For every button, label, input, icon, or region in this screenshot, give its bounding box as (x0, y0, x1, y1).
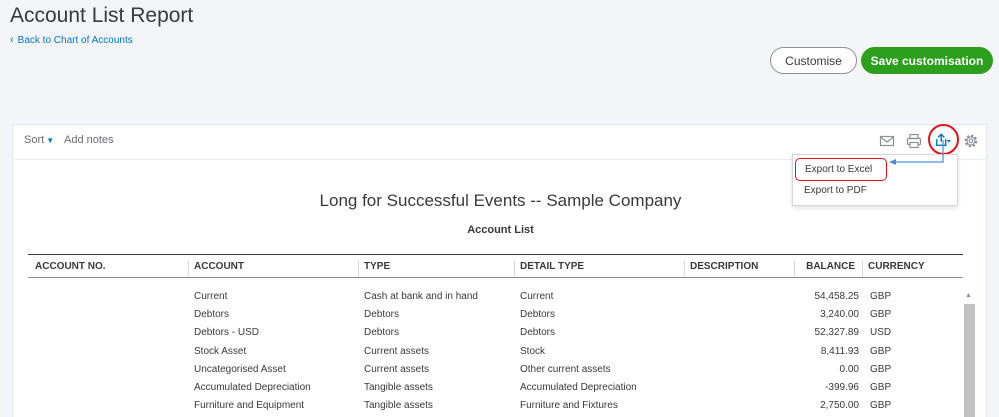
scroll-up-arrow-icon[interactable]: ▲ (965, 292, 972, 299)
print-icon[interactable] (906, 133, 922, 149)
column-header-balance[interactable]: BALANCE (794, 261, 860, 277)
scrollbar-thumb[interactable] (964, 304, 975, 417)
export-icon[interactable] (935, 132, 951, 148)
account-cell: Current (194, 291, 228, 302)
currency-cell: GBP (870, 363, 892, 375)
table-header-bottom-rule (28, 277, 963, 278)
balance-cell: -399.96 (825, 382, 859, 393)
account-cell: Debtors (194, 309, 230, 321)
type-cell: Current assets (364, 345, 430, 357)
type-cell: Debtors (364, 327, 400, 339)
table-row[interactable]: Debtors - USD Debtors Debtors 52,327.89 USD (13, 327, 953, 345)
mail-icon[interactable] (879, 133, 895, 149)
table-row[interactable]: Uncategorised Asset Current assets Other c… (13, 364, 953, 382)
account-cell: Accumulated Depreciation (194, 382, 311, 393)
sort-label: Sort (24, 134, 45, 146)
table-row[interactable]: Furniture and Equipment Tangible assets Fu… (13, 400, 953, 417)
type-cell: Debtors (364, 309, 400, 321)
column-header-type[interactable]: TYPE (358, 261, 514, 277)
type-cell: Current assets (364, 363, 430, 375)
page-title: Account List Report (10, 4, 194, 27)
detail-type-cell: Stock (520, 345, 546, 357)
report-card: Sort ▼ Add notes Export to Excel Export t… (12, 124, 987, 417)
sort-dropdown[interactable]: Sort ▼ (24, 134, 54, 146)
column-header-currency[interactable]: CURRENCY (862, 261, 952, 277)
detail-type-cell: Debtors (520, 327, 556, 339)
export-menu: Export to Excel Export to PDF (792, 154, 958, 206)
customise-button[interactable]: Customise (770, 47, 857, 74)
table-row[interactable]: Debtors Debtors Debtors 3,240.00 GBP (13, 309, 953, 327)
account-cell: Uncategorised Asset (194, 363, 286, 375)
table-header-top-rule (28, 254, 963, 255)
balance-cell: 0.00 (839, 363, 859, 375)
chevron-left-icon: ‹ (10, 34, 14, 46)
currency-cell: GBP (870, 382, 892, 393)
save-customisation-button[interactable]: Save customisation (861, 47, 993, 74)
currency-cell: GBP (870, 309, 892, 321)
balance-cell: 54,458.25 (814, 291, 860, 302)
balance-cell: 2,750.00 (820, 400, 859, 412)
account-cell: Stock Asset (194, 345, 247, 357)
back-link[interactable]: ‹ Back to Chart of Accounts (10, 34, 133, 47)
detail-type-cell: Accumulated Depreciation (520, 382, 637, 393)
detail-type-cell: Current (520, 291, 554, 302)
detail-type-cell: Other current assets (520, 363, 611, 375)
report-name: Account List (467, 224, 534, 236)
currency-cell: GBP (870, 400, 892, 412)
table-row[interactable]: Current Cash at bank and in hand Current 54… (13, 291, 953, 309)
account-cell: Debtors - USD (194, 327, 260, 339)
currency-cell: GBP (870, 345, 892, 357)
balance-cell: 3,240.00 (820, 309, 859, 321)
type-cell: Tangible assets (364, 400, 433, 412)
column-header-detail-type[interactable]: DETAIL TYPE (514, 261, 684, 277)
export-to-pdf-option[interactable]: Export to PDF (804, 184, 867, 198)
back-link-label: Back to Chart of Accounts (17, 35, 133, 46)
type-cell: Cash at bank and in hand (364, 291, 478, 302)
gear-icon[interactable] (963, 133, 979, 149)
account-cell: Furniture and Equipment (194, 400, 305, 412)
export-to-excel-option[interactable]: Export to Excel (795, 158, 887, 181)
currency-cell: GBP (870, 291, 892, 302)
add-notes-link[interactable]: Add notes (64, 134, 114, 146)
table-row[interactable]: Stock Asset Current assets Stock 8,411.93 GB… (13, 346, 953, 364)
caret-down-icon: ▼ (46, 136, 55, 145)
column-header-account[interactable]: ACCOUNT (188, 261, 358, 277)
detail-type-cell: Furniture and Fixtures (520, 400, 618, 412)
currency-cell: USD (870, 327, 892, 339)
vertical-scrollbar[interactable]: ▲ (963, 292, 975, 417)
column-header-account-no[interactable]: ACCOUNT NO. (30, 261, 188, 277)
table-row[interactable]: Accumulated Depreciation Tangible assets A… (13, 382, 953, 400)
type-cell: Tangible assets (364, 382, 433, 393)
column-header-description[interactable]: DESCRIPTION (684, 261, 794, 277)
detail-type-cell: Debtors (520, 309, 556, 321)
balance-cell: 8,411.93 (820, 345, 859, 357)
balance-cell: 52,327.89 (814, 327, 860, 339)
